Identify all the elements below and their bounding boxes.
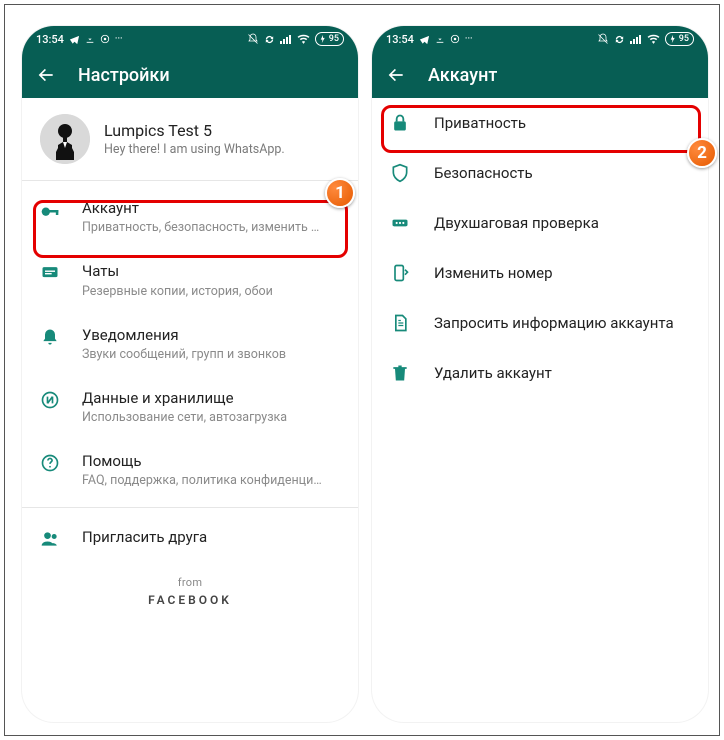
- menu-subtitle: Использование сети, автозагрузка: [82, 410, 287, 425]
- shield-icon: [390, 163, 410, 183]
- menu-title: Пригласить друга: [82, 527, 207, 547]
- battery-indicator: 95: [315, 32, 344, 46]
- help-icon: [40, 453, 60, 473]
- account-item-change-number[interactable]: Изменить номер: [372, 248, 708, 298]
- account-item-privacy[interactable]: Приватность: [372, 98, 708, 148]
- wifi-icon: [647, 34, 660, 44]
- download-icon: [85, 34, 95, 44]
- app-bar: Настройки: [22, 52, 358, 98]
- from-facebook: from FACEBOOK: [22, 562, 358, 615]
- status-time: 13:54: [36, 33, 64, 46]
- menu-subtitle: FAQ, поддержка, политика конфиденциальн.…: [82, 473, 322, 488]
- lock-icon: [390, 113, 410, 133]
- account-item-security[interactable]: Безопасность: [372, 148, 708, 198]
- account-item-label: Приватность: [434, 114, 526, 132]
- more-icon: ···: [465, 34, 473, 44]
- download-icon: [435, 34, 445, 44]
- document-icon: [390, 313, 410, 333]
- menu-item-account[interactable]: Аккаунт Приватность, безопасность, измен…: [22, 185, 358, 248]
- sync-icon: [264, 34, 275, 45]
- menu-item-chats[interactable]: Чаты Резервные копии, история, обои: [22, 248, 358, 311]
- trash-icon: [390, 363, 410, 383]
- account-item-request-info[interactable]: Запросить информацию аккаунта: [372, 298, 708, 348]
- account-item-label: Изменить номер: [434, 264, 553, 282]
- menu-item-data-storage[interactable]: Данные и хранилище Использование сети, а…: [22, 375, 358, 438]
- battery-indicator: 95: [665, 32, 694, 46]
- menu-item-notifications[interactable]: Уведомления Звуки сообщений, групп и зво…: [22, 312, 358, 375]
- telegram-icon: [419, 34, 430, 45]
- sync-icon: [614, 34, 625, 45]
- app-bar: Аккаунт: [372, 52, 708, 98]
- at-icon: [100, 34, 110, 44]
- mute-icon: [597, 33, 609, 45]
- menu-subtitle: Звуки сообщений, групп и звонков: [82, 347, 286, 362]
- status-bar: 13:54 ··· 95: [22, 26, 358, 52]
- account-item-delete[interactable]: Удалить аккаунт: [372, 348, 708, 398]
- account-screen: 13:54 ··· 95 Аккаунт Приватнос: [372, 26, 708, 722]
- phone-swap-icon: [390, 263, 410, 283]
- signal-icon: [280, 34, 292, 44]
- account-item-label: Удалить аккаунт: [434, 364, 552, 382]
- status-time: 13:54: [386, 33, 414, 46]
- wifi-icon: [297, 34, 310, 44]
- mute-icon: [247, 33, 259, 45]
- back-button[interactable]: [36, 65, 56, 85]
- account-item-label: Безопасность: [434, 164, 533, 182]
- menu-title: Чаты: [82, 261, 273, 281]
- menu-title: Аккаунт: [82, 198, 322, 218]
- avatar: [40, 114, 90, 164]
- profile-status: Hey there! I am using WhatsApp.: [104, 142, 285, 157]
- menu-title: Помощь: [82, 451, 322, 471]
- account-item-label: Запросить информацию аккаунта: [434, 314, 674, 332]
- account-item-two-step[interactable]: Двухшаговая проверка: [372, 198, 708, 248]
- bell-icon: [40, 327, 60, 347]
- appbar-title: Настройки: [78, 65, 170, 86]
- signal-icon: [630, 34, 642, 44]
- menu-title: Данные и хранилище: [82, 388, 287, 408]
- telegram-icon: [69, 34, 80, 45]
- more-icon: ···: [115, 34, 123, 44]
- menu-subtitle: Приватность, безопасность, изменить номе…: [82, 220, 322, 235]
- step-badge-2: 2: [687, 138, 717, 168]
- key-icon: [40, 200, 60, 220]
- menu-item-help[interactable]: Помощь FAQ, поддержка, политика конфиден…: [22, 438, 358, 501]
- appbar-title: Аккаунт: [428, 65, 497, 86]
- profile-name: Lumpics Test 5: [104, 121, 285, 140]
- chat-icon: [40, 263, 60, 283]
- menu-subtitle: Резервные копии, история, обои: [82, 284, 273, 299]
- menu-title: Уведомления: [82, 325, 286, 345]
- data-icon: [40, 390, 60, 410]
- back-button[interactable]: [386, 65, 406, 85]
- status-bar: 13:54 ··· 95: [372, 26, 708, 52]
- settings-screen: 13:54 ··· 95 Настройки: [22, 26, 358, 722]
- people-icon: [40, 529, 60, 549]
- profile-row[interactable]: Lumpics Test 5 Hey there! I am using Wha…: [22, 98, 358, 180]
- pin-icon: [390, 213, 410, 233]
- account-item-label: Двухшаговая проверка: [434, 214, 599, 232]
- step-badge-1: 1: [325, 178, 355, 208]
- menu-item-invite-friend[interactable]: Пригласить друга: [22, 514, 358, 562]
- at-icon: [450, 34, 460, 44]
